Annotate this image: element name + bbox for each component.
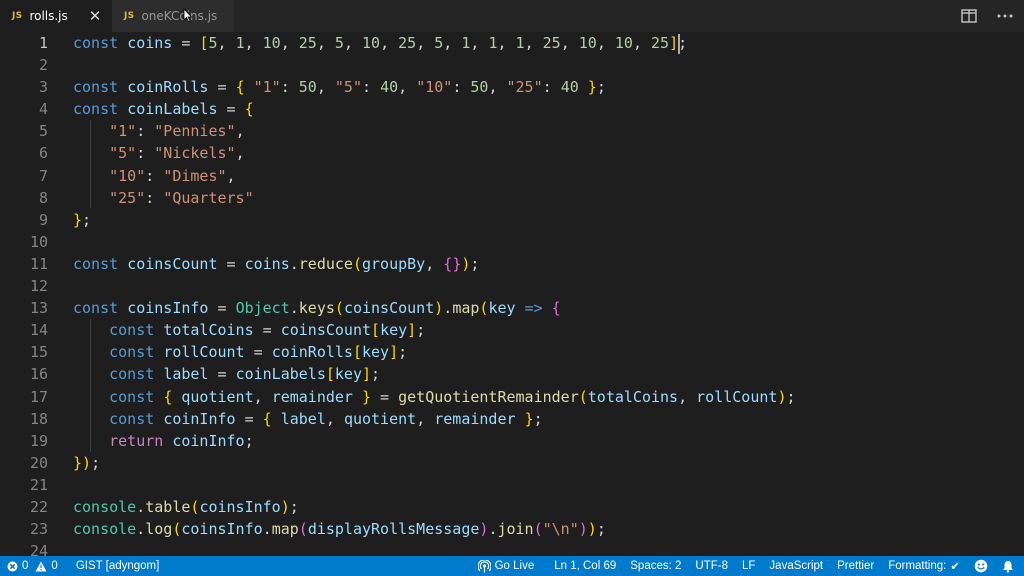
javascript-file-icon: JS (124, 11, 135, 21)
code-line[interactable]: const { quotient, remainder } = getQuoti… (73, 386, 795, 408)
check-icon: ✔ (950, 561, 960, 573)
code-content[interactable]: const coins = [5, 1, 10, 25, 5, 10, 25, … (73, 32, 796, 556)
line-number: 14 (29, 321, 48, 340)
line-number: 24 (29, 542, 48, 556)
javascript-file-icon: JS (12, 11, 23, 21)
code-line[interactable] (73, 540, 796, 556)
code-line[interactable]: const coinInfo = { label, quotient, rema… (73, 408, 796, 430)
line-number: 18 (29, 409, 48, 428)
tab-onekcoins-js[interactable]: JS oneKCoins.js (112, 0, 234, 32)
line-number: 17 (29, 387, 48, 406)
line-number: 4 (38, 100, 48, 119)
code-line[interactable]: "1": "Pennies", (73, 120, 796, 142)
line-number: 1 (38, 34, 48, 52)
language-mode[interactable]: JavaScript (762, 556, 830, 576)
line-number: 15 (29, 343, 48, 362)
editor-actions (960, 0, 1024, 32)
line-number: 13 (29, 299, 48, 318)
line-number: 7 (38, 166, 48, 185)
code-line[interactable]: console.log(coinsInfo.map(displayRollsMe… (73, 518, 796, 540)
code-line[interactable]: const coinLabels = { (73, 98, 796, 120)
code-line[interactable]: "25": "Quarters" (73, 187, 796, 209)
code-line[interactable]: }); (73, 452, 796, 474)
line-number: 16 (29, 365, 48, 384)
notifications-bell-icon[interactable] (995, 556, 1024, 576)
more-actions-icon[interactable] (996, 7, 1014, 25)
line-number: 6 (38, 144, 48, 163)
line-number: 2 (38, 56, 48, 75)
gist-status[interactable]: GIST [adyngom] (69, 556, 167, 576)
error-count: 0 (22, 560, 29, 572)
line-number: 5 (38, 122, 48, 141)
code-line[interactable] (73, 54, 796, 76)
eol-setting[interactable]: LF (735, 556, 762, 576)
line-number: 8 (38, 188, 48, 207)
line-number: 9 (38, 210, 48, 229)
go-live-button[interactable]: Go Live (471, 556, 542, 576)
broadcast-icon (477, 559, 491, 572)
code-line[interactable] (73, 275, 796, 297)
go-live-label: Go Live (494, 560, 535, 572)
code-editor[interactable]: 1 2 3 4 5 6 7 8 9 10 11 12 13 14 15 16 17 18 19 20 21 22 23 24 … (0, 32, 1024, 556)
code-line[interactable]: const rollCount = coinRolls[key]; (73, 341, 796, 363)
line-number: 12 (29, 277, 48, 296)
feedback-smiley-icon[interactable] (967, 556, 995, 576)
text-caret (678, 34, 680, 54)
code-line[interactable]: const coinsCount = coins.reduce(groupBy,… (73, 253, 796, 275)
error-icon (7, 561, 18, 571)
code-line[interactable]: "5": "Nickels", (73, 142, 796, 164)
code-line[interactable] (73, 231, 796, 253)
formatting-label: Formatting: (888, 560, 947, 572)
code-line[interactable]: "10": "Dimes", (73, 165, 796, 187)
tab-label: rolls.js (29, 9, 68, 23)
code-line[interactable]: const coins = [5, 1, 10, 25, 5, 10, 25, … (73, 32, 796, 54)
encoding-setting[interactable]: UTF-8 (688, 556, 735, 576)
problems-indicator[interactable]: 0 0 (0, 556, 65, 576)
code-line[interactable]: const totalCoins = coinsCount[key]; (73, 319, 796, 341)
split-editor-icon[interactable] (960, 7, 978, 25)
cursor-position[interactable]: Ln 1, Col 69 (547, 556, 623, 576)
line-number: 21 (29, 475, 48, 494)
code-line[interactable]: const label = coinLabels[key]; (73, 363, 796, 385)
line-number: 19 (29, 431, 48, 450)
editor-tab-bar: JS rolls.js ✕ JS oneKCoins.js (0, 0, 1024, 32)
close-icon[interactable]: ✕ (88, 7, 102, 25)
prettier-status[interactable]: Prettier (830, 556, 881, 576)
line-number: 23 (29, 520, 48, 539)
line-number: 20 (29, 453, 48, 472)
mouse-pointer-icon (183, 8, 193, 22)
code-line[interactable]: }; (73, 209, 796, 231)
warning-count: 0 (51, 560, 58, 572)
line-number: 22 (29, 497, 48, 516)
line-number: 11 (29, 254, 48, 273)
indentation-setting[interactable]: Spaces: 2 (623, 556, 688, 576)
status-bar: 0 0 GIST [adyngom] Go Live Ln 1, Col 69 … (0, 556, 1024, 576)
line-number: 10 (29, 232, 48, 251)
code-line[interactable]: console.table(coinsInfo); (73, 496, 796, 518)
code-line[interactable]: const coinsInfo = Object.keys(coinsCount… (73, 297, 796, 319)
formatting-toggle[interactable]: Formatting: ✔ (881, 556, 967, 576)
code-line[interactable]: const coinRolls = { "1": 50, "5": 40, "1… (73, 76, 796, 98)
tab-rolls-js[interactable]: JS rolls.js ✕ (0, 0, 112, 32)
code-line[interactable]: return coinInfo; (73, 430, 796, 452)
warning-icon (35, 561, 47, 571)
line-number-gutter: 1 2 3 4 5 6 7 8 9 10 11 12 13 14 15 16 17 18 19 20 21 22 23 24 (0, 32, 56, 556)
line-number: 3 (38, 78, 48, 97)
code-line[interactable] (73, 474, 796, 496)
